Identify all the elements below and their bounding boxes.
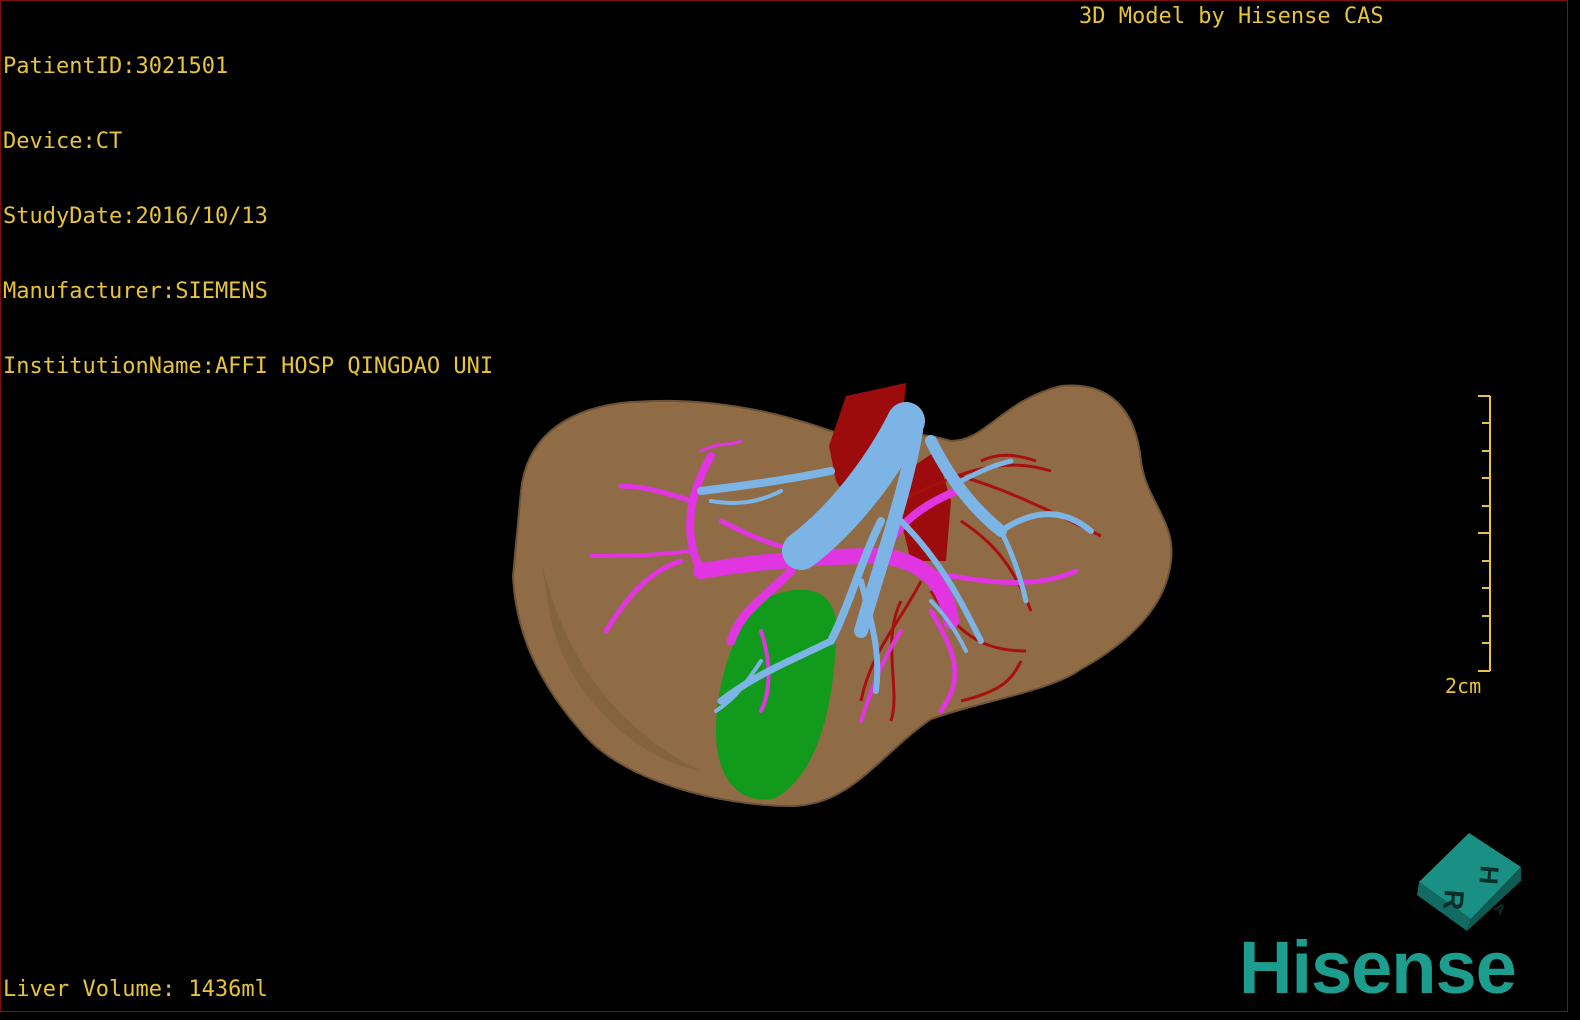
patient-info-overlay: PatientID:3021501 Device:CT StudyDate:20…	[3, 4, 493, 429]
liver-volume-readout: Liver Volume: 1436ml	[3, 977, 268, 1002]
model-credit: 3D Model by Hisense CAS	[1079, 4, 1384, 29]
institution-line: InstitutionName:AFFI HOSP QINGDAO UNI	[3, 354, 494, 379]
3d-viewport[interactable]: PatientID:3021501 Device:CT StudyDate:20…	[0, 0, 1568, 1012]
device-line: Device:CT	[3, 129, 123, 154]
scale-bar	[1478, 395, 1491, 672]
study-date-line: StudyDate:2016/10/13	[3, 204, 268, 229]
hisense-logo: Hisense	[1239, 926, 1517, 1009]
cube-face-h: H	[1473, 864, 1505, 885]
scale-bar-label: 2cm	[1445, 674, 1482, 698]
manufacturer-line: Manufacturer:SIEMENS	[3, 279, 268, 304]
patient-id-line: PatientID:3021501	[3, 54, 229, 79]
cube-face-r: R	[1437, 888, 1470, 911]
orientation-cube[interactable]: H R A	[1409, 827, 1527, 937]
